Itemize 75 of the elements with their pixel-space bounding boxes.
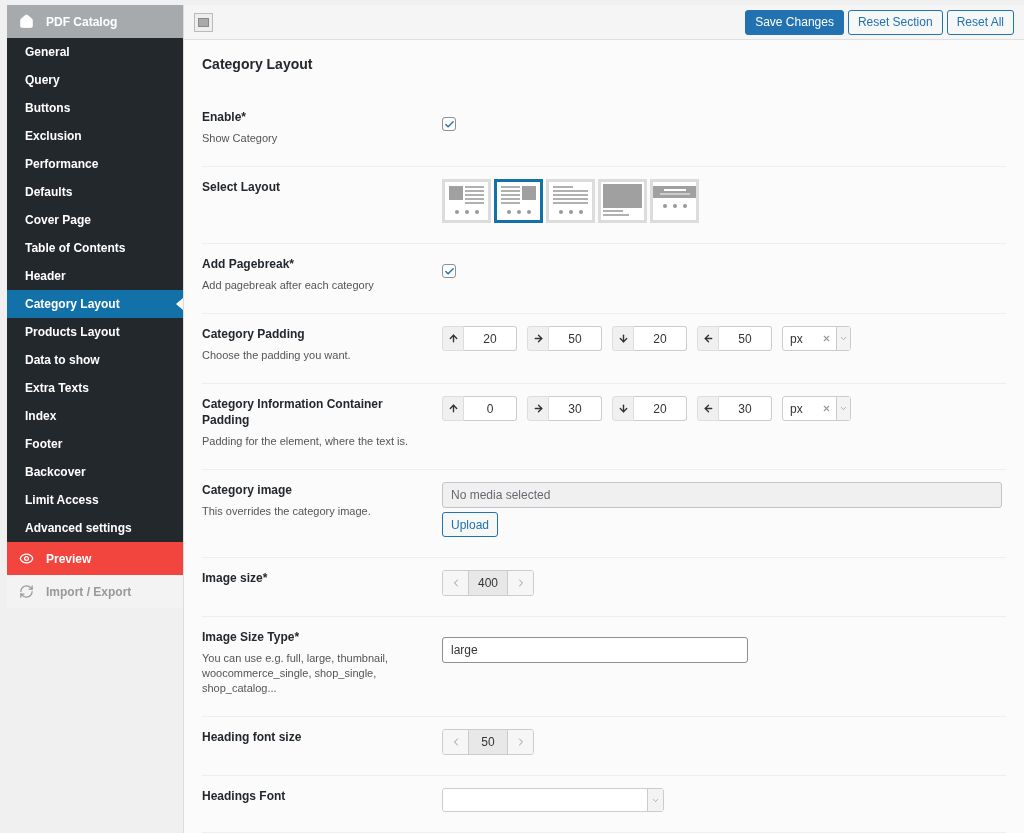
- arrow-icon: [702, 333, 714, 344]
- toolbar-button[interactable]: Reset Section: [847, 9, 943, 35]
- sidebar-item[interactable]: Products Layout: [7, 318, 183, 346]
- sidebar-item[interactable]: Category Layout: [7, 290, 183, 318]
- text-field[interactable]: large: [442, 637, 748, 663]
- plugin-title: PDF Catalog: [46, 13, 118, 31]
- clear-icon[interactable]: [822, 404, 831, 413]
- field-description: This overrides the category image.: [202, 504, 372, 519]
- field-label: Select Layout: [202, 179, 282, 195]
- number-field[interactable]: 400: [468, 571, 508, 595]
- checkbox[interactable]: [442, 264, 456, 278]
- arrow-icon: [617, 403, 629, 414]
- number-field[interactable]: 0: [464, 396, 517, 421]
- field-description: Add pagebreak after each category: [202, 278, 375, 293]
- sidebar-item[interactable]: Header: [7, 262, 183, 290]
- sidebar-item[interactable]: Extra Texts: [7, 374, 183, 402]
- field-description: Choose the padding you want.: [202, 348, 352, 363]
- layout-toggle-icon[interactable]: [194, 12, 213, 32]
- unit-select[interactable]: px: [782, 326, 851, 351]
- field-label: Category Padding: [202, 326, 306, 342]
- field-description: Padding for the element, where the text is.: [202, 434, 410, 449]
- sidebar-item[interactable]: Limit Access: [7, 486, 183, 514]
- field-label: Heading font size: [202, 729, 303, 745]
- arrow-icon: [532, 333, 544, 344]
- media-field[interactable]: No media selected: [442, 482, 1002, 508]
- sidebar-item[interactable]: Footer: [7, 430, 183, 458]
- sidebar-item[interactable]: Defaults: [7, 178, 183, 206]
- sidebar-item[interactable]: Index: [7, 402, 183, 430]
- sidebar-item[interactable]: Advanced settings: [7, 514, 183, 542]
- number-field[interactable]: 50: [719, 326, 772, 351]
- field-label: Image Size Type*: [202, 629, 301, 645]
- number-field[interactable]: 20: [464, 326, 517, 351]
- sidebar-item[interactable]: Query: [7, 66, 183, 94]
- toolbar-button[interactable]: Save Changes: [745, 9, 844, 35]
- unit-select[interactable]: px: [782, 396, 851, 421]
- home-icon: [19, 14, 34, 29]
- caret-icon: [839, 334, 848, 343]
- field-description: Show Category: [202, 131, 279, 146]
- arrow-icon: [447, 403, 459, 414]
- caret-icon: [839, 404, 848, 413]
- field-description: You can use e.g. full, large, thumbnail, woocommerce_single, shop_single, shop_catalog...: [202, 651, 390, 696]
- number-field[interactable]: 50: [468, 730, 508, 754]
- eye-icon: [19, 551, 34, 566]
- field-label: Category image: [202, 482, 294, 498]
- section-title: Category Layout: [202, 55, 314, 74]
- font-select[interactable]: [442, 788, 664, 812]
- sidebar-item[interactable]: General: [7, 38, 183, 66]
- sidebar-item[interactable]: Cover Page: [7, 206, 183, 234]
- number-field[interactable]: 20: [634, 396, 687, 421]
- sidebar-item[interactable]: Data to show: [7, 346, 183, 374]
- arrow-icon: [702, 403, 714, 414]
- number-field[interactable]: 30: [549, 396, 602, 421]
- layout-option[interactable]: [494, 179, 543, 223]
- field-label: Headings Font: [202, 788, 287, 804]
- field-label: Enable*: [202, 109, 247, 125]
- number-field[interactable]: 50: [549, 326, 602, 351]
- checkbox[interactable]: [442, 117, 456, 131]
- arrow-icon: [447, 333, 459, 344]
- clear-icon[interactable]: [822, 334, 831, 343]
- number-field[interactable]: 30: [719, 396, 772, 421]
- sidebar-item[interactable]: Buttons: [7, 94, 183, 122]
- sidebar-item[interactable]: Table of Contents: [7, 234, 183, 262]
- field-label: Category Information Container Padding: [202, 396, 384, 428]
- sidebar-item[interactable]: Backcover: [7, 458, 183, 486]
- sidebar-item[interactable]: Exclusion: [7, 122, 183, 150]
- upload-button[interactable]: Upload: [442, 512, 499, 537]
- field-label: Image size*: [202, 570, 269, 586]
- field-label: Add Pagebreak*: [202, 256, 296, 272]
- arrow-icon: [532, 403, 544, 414]
- preview-item[interactable]: Preview: [7, 542, 183, 575]
- number-field[interactable]: 20: [634, 326, 687, 351]
- sidebar-item[interactable]: Performance: [7, 150, 183, 178]
- arrow-icon: [617, 333, 629, 344]
- toolbar-button[interactable]: Reset All: [946, 9, 1014, 35]
- refresh-icon: [19, 584, 34, 599]
